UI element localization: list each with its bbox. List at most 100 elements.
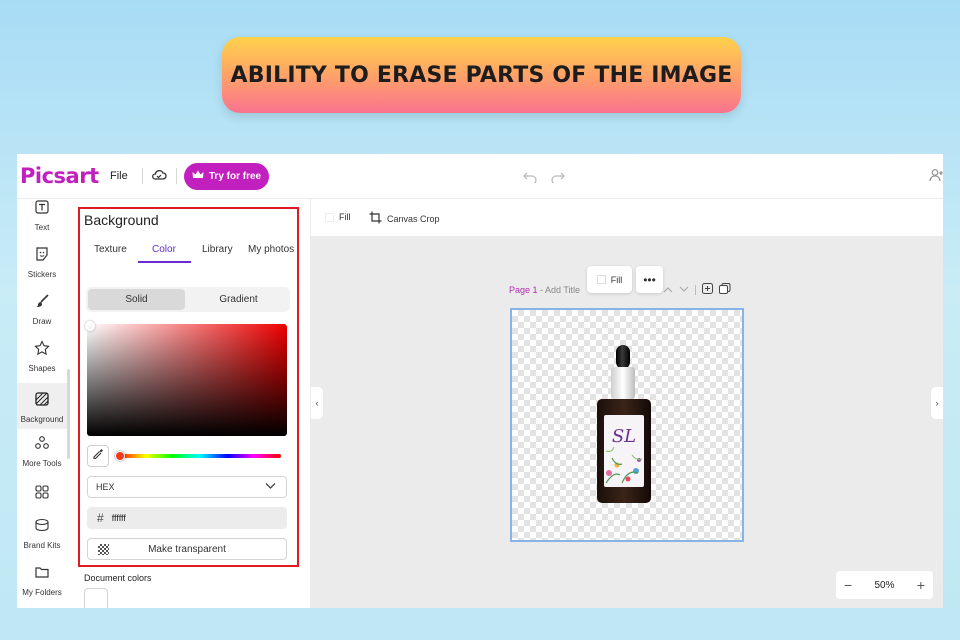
background-panel: Background Texture Color Library My phot…	[71, 199, 360, 608]
color-format-select[interactable]: HEX	[87, 476, 287, 498]
expand-right-panel-button[interactable]: ›	[931, 387, 943, 419]
try-for-free-label: Try for free	[208, 171, 262, 182]
rail-label: Text	[34, 223, 50, 232]
panel-title: Background	[84, 212, 159, 228]
grid-icon	[34, 484, 50, 505]
invite-user-icon[interactable]	[929, 168, 943, 187]
sticker-icon	[34, 246, 50, 267]
color-picker-handle[interactable]	[85, 321, 95, 331]
rail-item-draw[interactable]: Draw	[17, 293, 67, 339]
floating-fill-label: Fill	[610, 274, 623, 285]
rail-item-stickers[interactable]: Stickers	[17, 246, 67, 292]
chevron-right-icon: ›	[935, 398, 939, 408]
tab-library[interactable]: Library	[202, 244, 233, 255]
canvas-crop-label: Canvas Crop	[387, 213, 440, 224]
headline-banner: ABILITY TO ERASE PARTS OF THE IMAGE	[222, 37, 741, 113]
picsart-editor: Picsart File Try for free Text Stickers …	[17, 154, 943, 608]
chevron-down-icon[interactable]	[679, 285, 689, 296]
rail-item-my-folders[interactable]: My Folders	[17, 564, 67, 608]
serum-bottle-image[interactable]: SL	[592, 343, 662, 503]
add-page-icon[interactable]	[702, 283, 713, 297]
zoom-in-button[interactable]: +	[917, 577, 925, 593]
color-format-value: HEX	[96, 482, 115, 492]
page-number: Page 1	[509, 285, 538, 295]
chevron-left-icon: ‹	[315, 398, 319, 408]
hue-slider-handle[interactable]	[115, 451, 125, 461]
eyedropper-button[interactable]	[87, 445, 109, 467]
active-tab-indicator	[138, 261, 191, 263]
file-menu[interactable]: File	[110, 170, 128, 182]
collapse-panel-button[interactable]: ‹	[311, 387, 323, 419]
rail-label: Shapes	[28, 364, 56, 373]
brand-kit-icon	[34, 517, 50, 538]
rail-item-text[interactable]: Text	[17, 199, 67, 245]
tool-rail: Text Stickers Draw Shapes Background Mor…	[17, 199, 70, 608]
zoom-level: 50%	[874, 579, 895, 591]
fill-type-toggle: Solid Gradient	[86, 287, 290, 312]
tab-my-photos[interactable]: My photos	[248, 244, 294, 255]
zoom-control: − 50% +	[836, 571, 933, 599]
hue-slider[interactable]	[118, 454, 281, 458]
page-label: Page 1 - Add Title	[509, 285, 580, 295]
picsart-logo[interactable]: Picsart	[20, 164, 99, 188]
headline-text: ABILITY TO ERASE PARTS OF THE IMAGE	[230, 62, 733, 88]
document-colors-heading: Document colors	[84, 573, 152, 583]
zoom-out-button[interactable]: −	[844, 577, 852, 593]
document-color-swatch[interactable]	[84, 588, 108, 608]
top-bar: Picsart File Try for free	[17, 154, 943, 199]
undo-icon[interactable]	[519, 166, 541, 188]
rail-label: More Tools	[22, 459, 62, 468]
hash-icon: #	[97, 511, 104, 525]
gradient-option[interactable]: Gradient	[189, 289, 288, 310]
rail-label: My Folders	[22, 588, 62, 597]
design-page[interactable]: SL	[510, 308, 744, 542]
folder-icon	[34, 564, 50, 585]
fill-swatch	[325, 212, 334, 222]
rail-item-background[interactable]: Background	[17, 383, 67, 429]
rail-label: Brand Kits	[23, 541, 61, 550]
make-transparent-button[interactable]: Make transparent	[87, 538, 287, 560]
more-options-icon[interactable]: •••	[636, 266, 663, 293]
page-dash: -	[537, 285, 546, 295]
fill-swatch	[596, 275, 606, 284]
page-title-input[interactable]: Add Title	[545, 285, 580, 295]
crown-icon	[192, 170, 204, 183]
tab-color[interactable]: Color	[152, 244, 176, 255]
fill-label: Fill	[339, 212, 351, 222]
floating-toolbar: Fill •••	[587, 266, 663, 293]
chevron-down-icon	[265, 482, 276, 492]
canvas-workspace: ‹ › Page 1 - Add Title Fill ••• SL − 50%…	[311, 237, 943, 608]
rail-label: Stickers	[27, 270, 57, 279]
rail-label: Background	[20, 415, 64, 424]
crop-icon	[369, 211, 382, 226]
rail-item-brand-kits[interactable]: Brand Kits	[17, 517, 67, 563]
page-controls	[663, 283, 731, 297]
hex-input[interactable]: # ffffff	[87, 507, 287, 529]
hex-value: ffffff	[111, 513, 126, 523]
color-picker-area[interactable]	[87, 324, 287, 436]
rail-scrollbar[interactable]	[67, 369, 70, 459]
divider	[176, 168, 177, 184]
floating-fill-button[interactable]: Fill	[587, 266, 632, 293]
redo-icon[interactable]	[547, 166, 569, 188]
more-tools-icon	[34, 435, 50, 456]
star-icon	[34, 340, 50, 361]
divider	[695, 285, 696, 295]
svg-text:SL: SL	[612, 426, 636, 447]
rail-item-more-tools[interactable]: More Tools	[17, 435, 67, 481]
duplicate-page-icon[interactable]	[719, 283, 731, 297]
eyedropper-icon	[92, 447, 104, 465]
transparency-icon	[98, 544, 109, 555]
rail-label: Draw	[32, 317, 52, 326]
tab-texture[interactable]: Texture	[94, 244, 127, 255]
canvas-crop-tool[interactable]: Canvas Crop	[369, 211, 440, 226]
fill-tool[interactable]: Fill	[325, 212, 351, 222]
chevron-up-icon[interactable]	[663, 285, 673, 296]
background-icon	[34, 391, 50, 412]
brush-icon	[34, 293, 50, 314]
solid-option[interactable]: Solid	[88, 289, 185, 310]
rail-item-shapes[interactable]: Shapes	[17, 340, 67, 386]
cloud-save-icon[interactable]	[151, 167, 167, 188]
context-toolbar: Fill Canvas Crop	[311, 199, 943, 237]
try-for-free-button[interactable]: Try for free	[184, 163, 269, 190]
